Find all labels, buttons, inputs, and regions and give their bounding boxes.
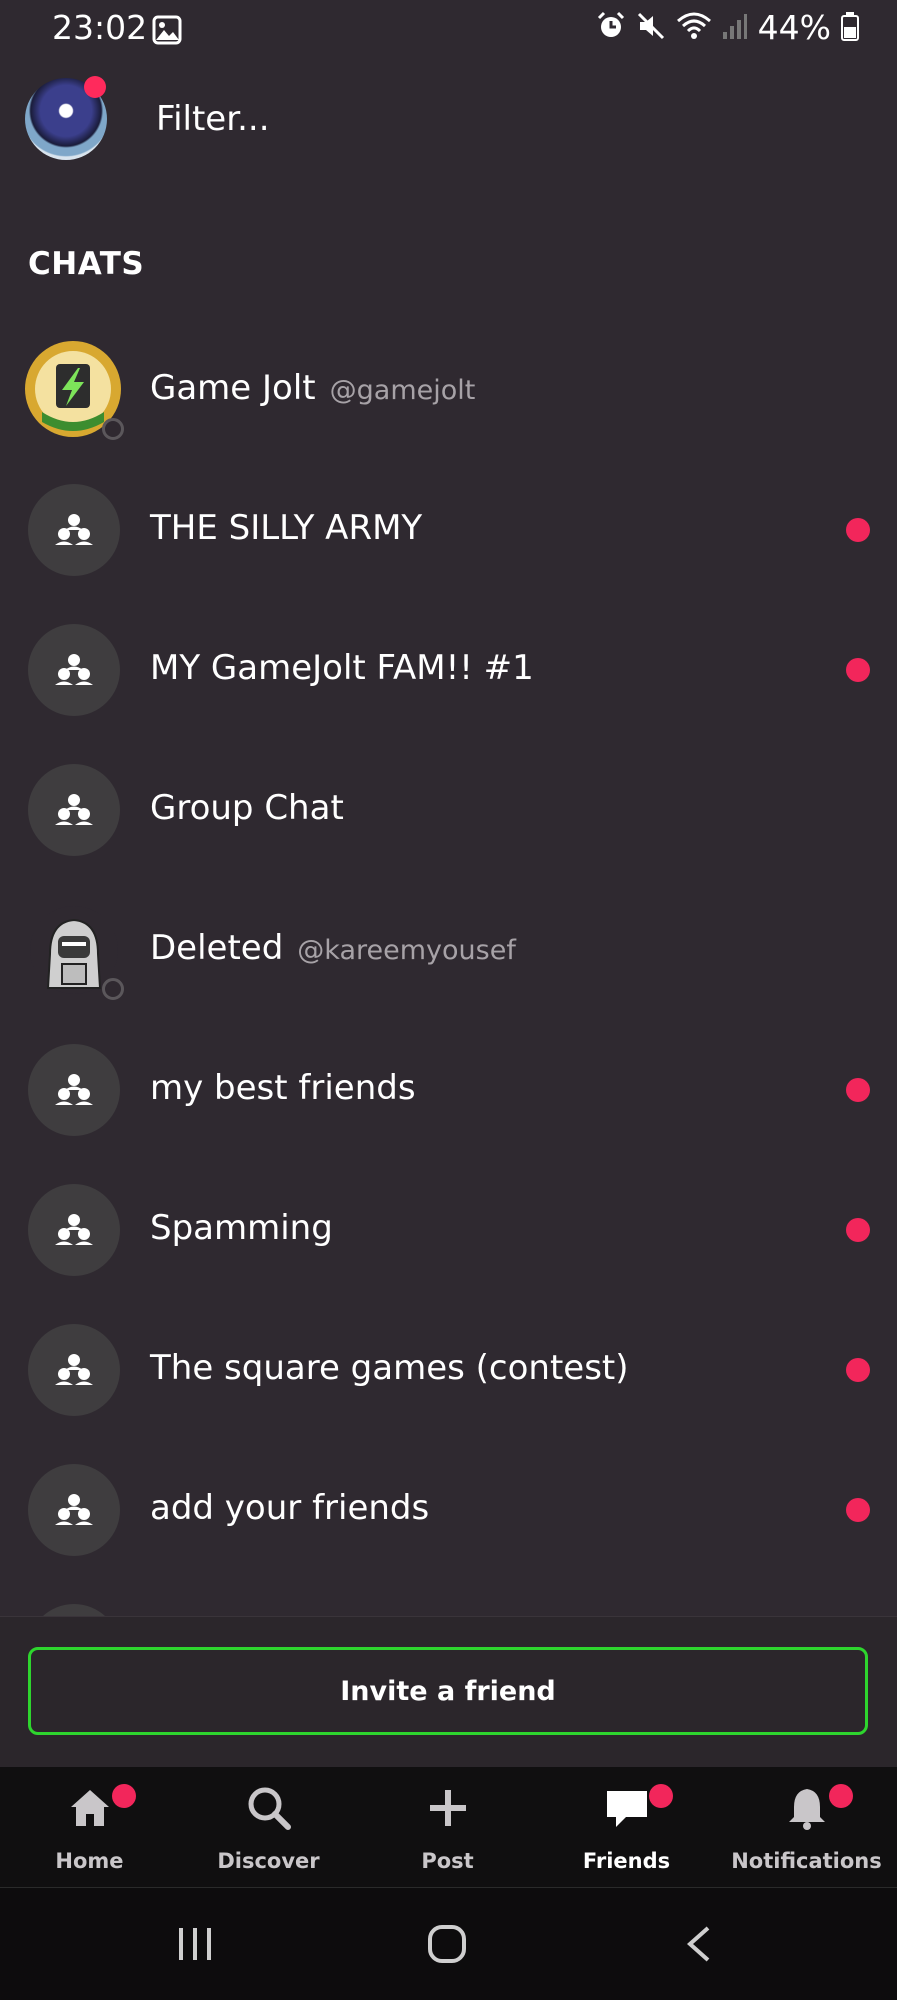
chat-name: THE SILLY ARMY — [150, 508, 423, 548]
alarm-icon — [596, 11, 626, 45]
tab-home[interactable]: Home — [0, 1767, 179, 1887]
tab-notifications[interactable]: Notifications — [717, 1767, 896, 1887]
group-icon — [55, 1074, 93, 1105]
chat-name: The square games (contest) — [150, 1348, 629, 1388]
group-chat-avatar — [28, 1044, 120, 1136]
tab-label: Friends — [582, 1849, 671, 1873]
status-time: 23:02 — [52, 8, 148, 47]
tab-label: Discover — [217, 1849, 320, 1873]
group-chat-avatar — [28, 764, 120, 856]
gallery-icon — [152, 15, 182, 49]
group-icon — [55, 654, 93, 685]
group-icon — [55, 1214, 93, 1245]
status-bar: 23:02 44% — [0, 0, 897, 60]
chat-bubble-icon — [604, 1785, 650, 1835]
tab-label: Post — [421, 1849, 474, 1873]
unread-dot — [846, 518, 870, 542]
chat-name: MY GameJolt FAM!! #1 — [150, 648, 534, 688]
group-icon — [55, 1494, 93, 1525]
chats-header — [0, 68, 897, 178]
chat-row-add-your-friends[interactable]: add your friends — [0, 1450, 897, 1570]
chat-row-deleted[interactable]: Deleted @kareemyousef — [0, 890, 897, 1010]
offline-status-ring — [102, 978, 124, 1000]
filter-input[interactable] — [156, 94, 756, 144]
group-icon — [55, 1354, 93, 1385]
back-icon — [686, 1926, 710, 1962]
home-badge — [112, 1784, 136, 1808]
unread-dot — [846, 658, 870, 682]
group-chat-avatar — [28, 1464, 120, 1556]
home-icon — [67, 1785, 113, 1835]
group-chat-avatar — [28, 624, 120, 716]
chat-row-my-best-friends[interactable]: my best friends — [0, 1030, 897, 1150]
back-nav-button[interactable] — [660, 1916, 740, 1972]
tab-post[interactable]: Post — [358, 1767, 537, 1887]
chat-name-text: Game Jolt — [150, 368, 316, 408]
home-nav-button[interactable] — [407, 1916, 487, 1972]
chat-row-partial[interactable] — [0, 1590, 897, 1616]
battery-percent: 44% — [757, 8, 831, 47]
avatar-notification-dot — [84, 76, 106, 98]
signal-icon — [722, 12, 748, 44]
unread-dot — [846, 1358, 870, 1382]
bottom-tab-bar: Home Discover Post Friends Notifications — [0, 1767, 897, 1888]
chat-name: Group Chat — [150, 788, 344, 828]
chat-row-group-chat[interactable]: Group Chat — [0, 750, 897, 870]
status-icons: 44% — [596, 8, 859, 47]
mute-icon — [636, 11, 666, 45]
search-icon — [246, 1785, 292, 1835]
chat-name: Spamming — [150, 1208, 333, 1248]
unread-dot — [846, 1218, 870, 1242]
chat-name: Deleted @kareemyousef — [150, 928, 516, 968]
notifications-badge — [829, 1784, 853, 1808]
invite-panel: Invite a friend — [0, 1616, 897, 1767]
chat-name: add your friends — [150, 1488, 430, 1528]
chat-handle: @gamejolt — [329, 375, 476, 406]
invite-friend-button[interactable]: Invite a friend — [28, 1647, 868, 1735]
offline-status-ring — [102, 418, 124, 440]
wifi-icon — [676, 11, 712, 45]
chat-name: my best friends — [150, 1068, 416, 1108]
chat-row-my-gamejolt-fam[interactable]: MY GameJolt FAM!! #1 — [0, 610, 897, 730]
tab-label: Home — [55, 1849, 124, 1873]
chat-row-spamming[interactable]: Spamming — [0, 1170, 897, 1290]
tab-discover[interactable]: Discover — [179, 1767, 358, 1887]
home-nav-icon — [428, 1925, 466, 1963]
group-chat-avatar — [28, 1324, 120, 1416]
chat-name-text: Deleted — [150, 928, 284, 968]
chat-avatar — [25, 341, 124, 440]
friends-badge — [649, 1784, 673, 1808]
group-chat-avatar — [28, 1604, 120, 1616]
chat-name: Game Jolt @gamejolt — [150, 368, 475, 408]
chat-row-the-square-games[interactable]: The square games (contest) — [0, 1310, 897, 1430]
recent-apps-icon — [179, 1928, 211, 1960]
group-chat-avatar — [28, 1184, 120, 1276]
system-nav-bar — [0, 1888, 897, 2000]
bell-icon — [784, 1785, 830, 1835]
chat-row-the-silly-army[interactable]: THE SILLY ARMY — [0, 470, 897, 590]
chat-row-game-jolt[interactable]: Game Jolt @gamejolt — [0, 330, 897, 450]
unread-dot — [846, 1078, 870, 1102]
plus-icon — [425, 1785, 471, 1835]
section-title-chats: CHATS — [28, 246, 145, 282]
recent-apps-button[interactable] — [155, 1916, 235, 1972]
unread-dot — [846, 1498, 870, 1522]
tab-label: Notifications — [731, 1849, 882, 1873]
chat-avatar — [28, 904, 124, 1000]
group-chat-avatar — [28, 484, 120, 576]
battery-icon — [841, 11, 859, 45]
chat-handle: @kareemyousef — [297, 935, 516, 966]
group-icon — [55, 794, 93, 825]
group-icon — [55, 514, 93, 545]
tab-friends[interactable]: Friends — [537, 1767, 716, 1887]
